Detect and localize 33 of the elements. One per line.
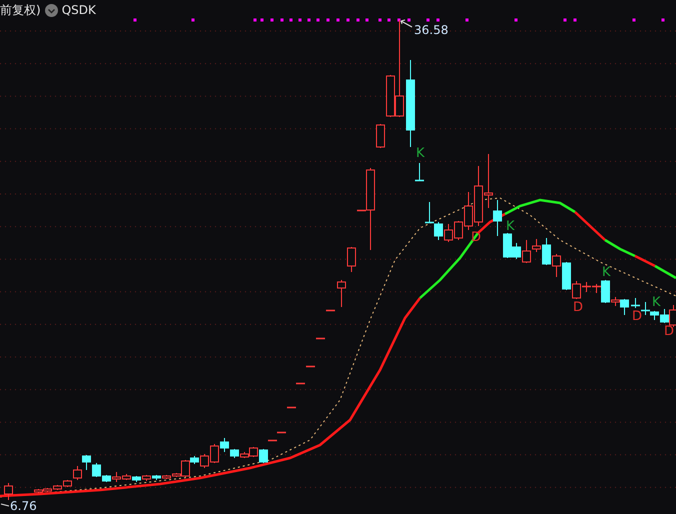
candlestick bbox=[4, 482, 13, 500]
candlestick bbox=[552, 254, 561, 278]
candlestick bbox=[82, 454, 91, 470]
candlestick bbox=[287, 406, 296, 408]
candlestick bbox=[631, 298, 640, 308]
signal-marker: K bbox=[416, 146, 425, 161]
candlestick bbox=[425, 202, 434, 224]
candlestick bbox=[316, 338, 325, 340]
candlestick bbox=[434, 222, 443, 240]
high-price-label: 36.58 bbox=[414, 23, 448, 37]
candlestick bbox=[296, 382, 305, 384]
candlestick bbox=[210, 444, 219, 464]
stock-symbol: QSDK bbox=[62, 2, 96, 19]
adjustment-label: 前复权) bbox=[0, 2, 41, 19]
candlestick bbox=[376, 124, 385, 148]
signal-marker: K bbox=[506, 219, 515, 234]
candlestick bbox=[347, 246, 356, 272]
candlestick bbox=[306, 366, 315, 368]
high-price-pointer bbox=[400, 20, 412, 28]
candlestick bbox=[337, 280, 346, 308]
candlestick bbox=[641, 302, 650, 316]
trend-line bbox=[654, 264, 676, 280]
signal-marker: D bbox=[632, 309, 642, 324]
candlestick bbox=[415, 162, 424, 182]
signal-marker: K bbox=[602, 265, 611, 280]
dropdown-icon[interactable] bbox=[44, 4, 58, 16]
low-price-label: 6.76 bbox=[10, 499, 37, 513]
candlestick bbox=[259, 448, 268, 464]
signal-marker: D bbox=[664, 324, 674, 339]
candlestick bbox=[326, 310, 335, 312]
signal-marker: D bbox=[573, 300, 584, 315]
signal-marker: K bbox=[652, 295, 661, 310]
candlestick bbox=[444, 224, 453, 242]
